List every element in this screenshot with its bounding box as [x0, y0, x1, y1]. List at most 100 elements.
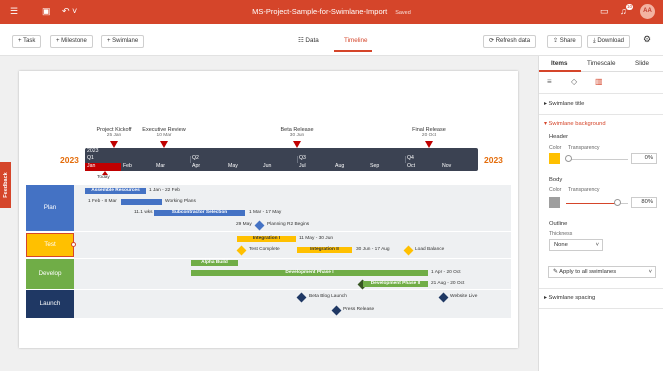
list-style-icon[interactable]: ≡ [547, 77, 552, 86]
quarter-label: Q4 [407, 155, 414, 161]
swimlane-header-develop[interactable]: Develop [26, 259, 74, 289]
task-dates: 30 Jun - 17 Aug [356, 247, 390, 252]
thickness-label: Thickness [549, 231, 573, 237]
task-bar[interactable]: Development Phase II [363, 281, 428, 287]
milestone-label: Website Live [450, 294, 478, 299]
swimlane-style-icon[interactable]: ▥ [595, 77, 603, 86]
timescale-bar[interactable]: 2023 Q1 Q2 Q3 Q4 Feb Mar Apr May Jun Jul… [85, 148, 478, 171]
task-dates: 1 Feb - 8 Mar [88, 199, 117, 204]
month-label: Jun [263, 163, 272, 169]
quarter-label: Q1 [87, 155, 94, 161]
milestone-label: Load Balance [415, 247, 445, 252]
avatar[interactable]: AA [640, 4, 655, 19]
month-label: Nov [442, 163, 452, 169]
feedback-button[interactable]: Feedback [0, 162, 11, 208]
add-milestone-button[interactable]: + Milestone [50, 35, 93, 48]
comment-icon[interactable]: ▭ [600, 6, 609, 17]
milestone-label: Beta Blog Launch [309, 294, 347, 299]
slider-handle[interactable] [565, 155, 572, 162]
task-dates: 1 Jan - 22 Feb [149, 188, 180, 193]
task-bar[interactable]: Integration II [297, 247, 352, 253]
month-label: Sep [370, 163, 380, 169]
task-bar[interactable] [121, 199, 162, 205]
task-label: Working Plans [165, 199, 196, 204]
format-panel: Items Timescale Slide ≡ ◇ ▥ ▸ Swimlane t… [538, 56, 663, 371]
resize-handle[interactable] [71, 242, 76, 247]
year-label-left: 2023 [60, 155, 79, 165]
task-bar[interactable]: Assemble Resources [85, 188, 146, 194]
month-label: Aug [335, 163, 345, 169]
month-label: Jul [299, 163, 306, 169]
today-label: Today [97, 175, 110, 180]
task-dates: 11 May - 30 Jun [299, 236, 334, 241]
refresh-data-button[interactable]: ⟳ Refresh data [483, 35, 537, 48]
milestone-marker[interactable] [160, 141, 168, 148]
header-transparency-input[interactable]: 0% [631, 153, 657, 164]
paint-icon: ✎ [553, 269, 558, 275]
month-label: Apr [192, 163, 201, 169]
month-label: Mar [156, 163, 165, 169]
apply-all-swimlanes-button[interactable]: ✎ Apply to all swimlanes ˅ [548, 266, 656, 278]
task-bar[interactable]: Subcontractor Selection [154, 210, 245, 216]
month-label: Oct [407, 163, 416, 169]
month-label: Feb [123, 163, 132, 169]
milestone-label: Beta Release 30 Jun [280, 127, 314, 138]
saved-status: Saved [395, 10, 411, 16]
body-label: Body [549, 177, 563, 183]
body-transparency-input[interactable]: 80% [631, 197, 657, 208]
toolbar: + Task + Milestone + Swimlane ☷ Data Tim… [0, 24, 663, 56]
header-label: Header [549, 134, 569, 140]
task-bar[interactable]: Alpha Build [191, 260, 238, 266]
add-swimlane-button[interactable]: + Swimlane [101, 35, 145, 48]
document-title: MS-Project-Sample-for-Swimlane-Import Sav… [252, 7, 411, 16]
task-bar[interactable]: Integration I [237, 236, 296, 242]
panel-tabs: Items Timescale Slide [539, 56, 663, 72]
slider-handle[interactable] [614, 199, 621, 206]
share-icon: ⇪ [553, 38, 559, 44]
gear-icon[interactable]: ⚙ [643, 35, 651, 44]
milestone-marker[interactable] [293, 141, 301, 148]
color-label: Color [549, 187, 562, 193]
milestone-label: Press Release [343, 307, 375, 312]
shape-style-icon[interactable]: ◇ [571, 77, 577, 86]
milestone-marker[interactable] [425, 141, 433, 148]
swimlane-header-test[interactable]: Test [26, 233, 74, 257]
tab-data[interactable]: ☷ Data [298, 36, 319, 45]
body-color-swatch[interactable] [549, 197, 560, 208]
task-bar[interactable]: Development Phase I [191, 270, 428, 276]
milestone-date: 29 May [236, 222, 252, 227]
header-color-swatch[interactable] [549, 153, 560, 164]
milestone-label: Final Release 20 Oct [412, 127, 446, 138]
transparency-label: Transparency [568, 187, 600, 193]
tab-timescale[interactable]: Timescale [587, 60, 615, 67]
chevron-down-icon: ˅ [648, 269, 652, 275]
refresh-icon: ⟳ [489, 38, 495, 44]
share-button[interactable]: ⇪ Share [547, 35, 582, 48]
milestone-label: Test Complete [249, 247, 280, 252]
transparency-label: Transparency [568, 145, 600, 151]
add-task-button[interactable]: + Task [12, 35, 42, 48]
year-label-right: 2023 [484, 155, 503, 165]
task-duration: 11.1 wks [134, 210, 153, 215]
task-dates: 1 Mar - 17 May [249, 210, 282, 215]
tab-slide[interactable]: Slide [635, 60, 649, 67]
tab-items[interactable]: Items [551, 60, 567, 67]
section-swimlane-background[interactable]: ▾ Swimlane background [544, 121, 606, 127]
download-button[interactable]: ⤓ Download [587, 35, 631, 48]
swimlane-header-plan[interactable]: Plan [26, 185, 74, 231]
tab-timeline[interactable]: Timeline [334, 36, 372, 52]
notification-badge: 10 [626, 4, 634, 10]
section-swimlane-spacing[interactable]: ▸ Swimlane spacing [544, 295, 595, 301]
header-transparency-slider[interactable] [566, 159, 628, 160]
milestone-marker[interactable] [110, 141, 118, 148]
swimlane-header-launch[interactable]: Launch [26, 290, 74, 318]
task-dates: 1 Apr - 20 Oct [431, 270, 461, 275]
month-label-current: Jan [85, 163, 121, 171]
thickness-select[interactable]: None ˅ [549, 239, 603, 251]
app-header: ☰ ▣ ↶ ˅ MS-Project-Sample-for-Swimlane-I… [0, 0, 663, 24]
scale-year: 2023 [87, 148, 99, 154]
task-dates: 21 Aug - 20 Oct [431, 281, 465, 286]
milestone-label: Planning R2 Begins [267, 222, 310, 227]
section-swimlane-title[interactable]: ▸ Swimlane title [544, 101, 584, 107]
chevron-down-icon: ˅ [595, 242, 599, 248]
